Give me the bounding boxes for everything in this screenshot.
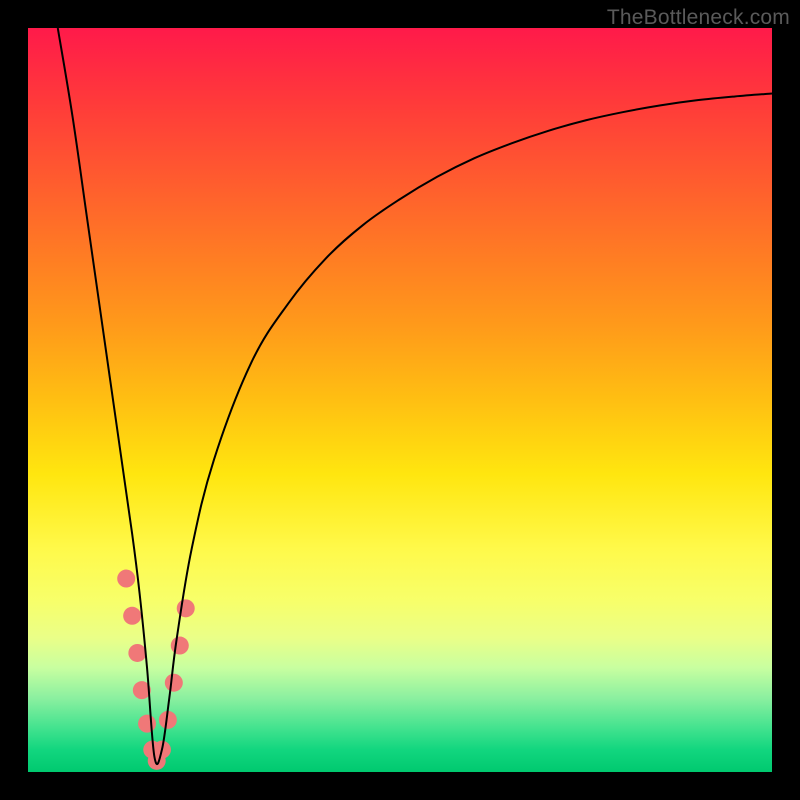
marker-dot xyxy=(123,607,141,625)
plot-area xyxy=(28,28,772,772)
watermark-text: TheBottleneck.com xyxy=(607,6,790,30)
marker-dot xyxy=(165,674,183,692)
curve-layer xyxy=(28,28,772,772)
marker-dot xyxy=(138,715,156,733)
bottleneck-curve-path xyxy=(58,28,772,764)
chart-frame: TheBottleneck.com xyxy=(0,0,800,800)
marker-dot xyxy=(117,570,135,588)
marker-dot xyxy=(128,644,146,662)
marker-dot xyxy=(171,637,189,655)
